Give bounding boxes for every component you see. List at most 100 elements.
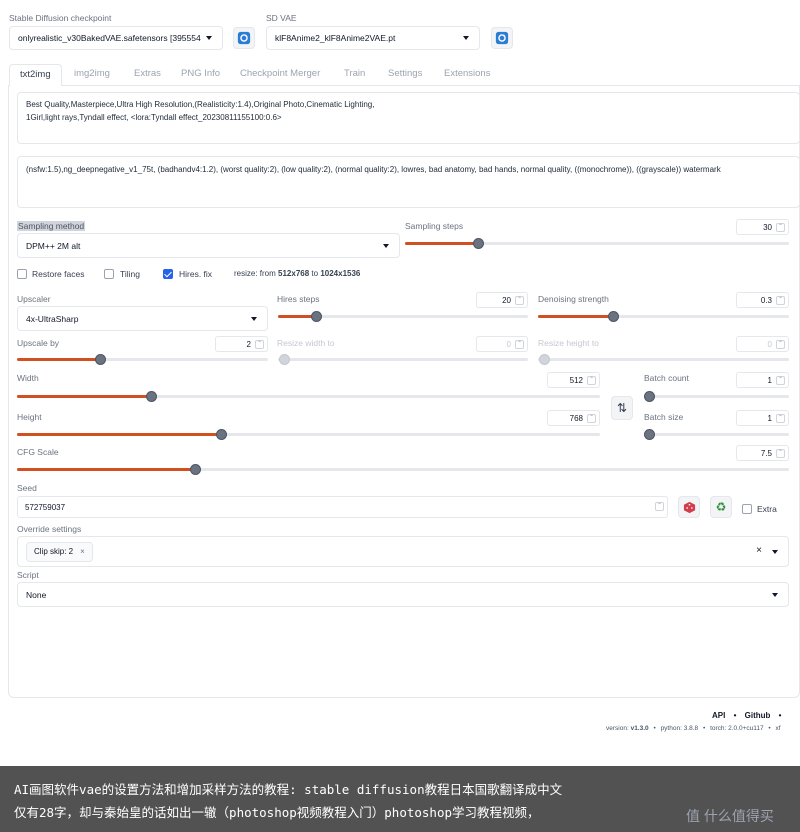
upscaler-label: Upscaler (17, 294, 51, 304)
spinner-icon[interactable]: ⌃ (776, 340, 785, 349)
spinner-icon[interactable]: ⌃ (776, 449, 785, 458)
prompt-input[interactable]: Best Quality,Masterpiece,Ultra High Reso… (17, 92, 800, 144)
torch-version: torch: 2.0.0+cu117 (710, 725, 764, 732)
swap-dimensions-button[interactable]: ⇅ (611, 396, 633, 420)
spinner-icon[interactable]: ⌃ (587, 414, 596, 423)
tab-png-info[interactable]: PNG Info (181, 64, 220, 84)
slider-thumb[interactable] (472, 238, 484, 249)
resize-height-value: 0 (767, 339, 772, 349)
footer-separator: • (653, 725, 656, 732)
caption-line-1: AI画图软件vae的设置方法和增加采样方法的教程: stable diffusi… (14, 782, 563, 797)
footer-links: API • Github • (712, 711, 781, 720)
tiling-checkbox[interactable] (104, 269, 114, 279)
slider-thumb[interactable] (216, 429, 228, 440)
hires-steps-slider[interactable] (278, 311, 528, 322)
resize-from: 512x768 (278, 269, 310, 278)
checkpoint-label: Stable Diffusion checkpoint (9, 13, 112, 23)
width-input[interactable]: 512 ⌃ (547, 372, 600, 388)
sampling-steps-input[interactable]: 30 ⌃ (736, 219, 789, 235)
checkpoint-refresh-button[interactable] (233, 27, 255, 49)
tab-train[interactable]: Train (344, 64, 365, 84)
batch-size-input[interactable]: 1 ⌃ (736, 410, 789, 426)
batch-count-label: Batch count (644, 373, 689, 383)
slider-thumb[interactable] (279, 354, 290, 365)
tab-checkpoint-merger[interactable]: Checkpoint Merger (240, 64, 320, 84)
upscaler-dropdown[interactable]: 4x-UltraSharp (17, 306, 268, 331)
hires-steps-input[interactable]: 20 ⌃ (476, 292, 528, 308)
vae-refresh-button[interactable] (491, 27, 513, 49)
tab-settings[interactable]: Settings (388, 64, 422, 84)
chevron-down-icon (772, 592, 778, 597)
github-link[interactable]: Github (745, 711, 771, 720)
spinner-icon[interactable]: ⌃ (515, 296, 524, 305)
upscale-by-input[interactable]: 2 ⌃ (215, 336, 268, 352)
checkpoint-dropdown[interactable]: onlyrealistic_v30BakedVAE.safetensors [3… (9, 26, 223, 50)
override-settings-field[interactable]: Clip skip: 2 × × (17, 536, 789, 567)
negative-prompt-input[interactable]: (nsfw:1.5),ng_deepnegative_v1_75t, (badh… (17, 156, 800, 208)
spinner-icon[interactable]: ⌃ (776, 223, 785, 232)
resize-height-slider[interactable] (538, 354, 789, 365)
cfg-scale-input[interactable]: 7.5 ⌃ (736, 445, 789, 461)
slider-thumb[interactable] (310, 311, 322, 322)
width-label: Width (17, 373, 39, 383)
site-watermark: 值 什么值得买 (686, 808, 774, 824)
python-version: python: 3.8.8 (660, 725, 699, 732)
upscale-by-slider[interactable] (17, 354, 268, 365)
script-dropdown[interactable]: None (17, 582, 789, 607)
api-link[interactable]: API (712, 711, 725, 720)
cfg-scale-slider[interactable] (17, 464, 789, 475)
spinner-icon[interactable]: ⌃ (655, 502, 664, 511)
restore-faces-checkbox[interactable] (17, 269, 27, 279)
resize-to: 1024x1536 (320, 269, 361, 278)
close-icon[interactable]: × (80, 547, 85, 556)
spinner-icon[interactable]: ⌃ (776, 376, 785, 385)
clear-icon[interactable]: × (756, 545, 762, 556)
extra-checkbox[interactable] (742, 504, 752, 514)
spinner-icon[interactable]: ⌃ (776, 296, 785, 305)
vae-dropdown[interactable]: klF8Anime2_klF8Anime2VAE.pt (266, 26, 480, 50)
sampling-method-dropdown[interactable]: DPM++ 2M alt (17, 233, 400, 258)
upscaler-value: 4x-UltraSharp (26, 313, 79, 324)
vae-label: SD VAE (266, 13, 297, 23)
resize-info: resize: from 512x768 to 1024x1536 (234, 269, 360, 278)
spinner-icon[interactable]: ⌃ (587, 376, 596, 385)
slider-fill (17, 433, 222, 436)
resize-width-slider[interactable] (278, 354, 528, 365)
resize-width-input[interactable]: 0 ⌃ (476, 336, 528, 352)
sampling-steps-slider[interactable] (405, 238, 789, 249)
resize-height-input[interactable]: 0 ⌃ (736, 336, 789, 352)
spinner-icon[interactable]: ⌃ (255, 340, 264, 349)
random-seed-button[interactable] (678, 496, 700, 518)
height-input[interactable]: 768 ⌃ (547, 410, 600, 426)
denoising-strength-label: Denoising strength (538, 294, 609, 304)
override-chip[interactable]: Clip skip: 2 × (26, 541, 93, 562)
resize-width-label: Resize width to (277, 338, 335, 348)
slider-thumb[interactable] (146, 391, 158, 402)
denoising-strength-slider[interactable] (538, 311, 789, 322)
tab-extensions[interactable]: Extensions (444, 64, 490, 84)
slider-fill (538, 315, 614, 318)
width-slider[interactable] (17, 391, 600, 402)
seed-input[interactable]: 572759037 ⌃ (17, 496, 668, 518)
slider-thumb[interactable] (94, 354, 106, 365)
slider-thumb[interactable] (644, 429, 655, 440)
hires-fix-checkbox[interactable] (163, 269, 173, 279)
cfg-scale-value: 7.5 (760, 448, 772, 458)
slider-thumb[interactable] (539, 354, 550, 365)
seed-value: 572759037 (25, 502, 66, 512)
spinner-icon[interactable]: ⌃ (515, 340, 524, 349)
tab-extras[interactable]: Extras (134, 64, 161, 84)
slider-thumb[interactable] (189, 464, 201, 475)
height-slider[interactable] (17, 429, 600, 440)
tab-img2img[interactable]: img2img (74, 64, 110, 84)
tab-txt2img[interactable]: txt2img (9, 64, 62, 86)
batch-count-slider[interactable] (644, 391, 789, 402)
denoising-strength-input[interactable]: 0.3 ⌃ (736, 292, 789, 308)
batch-size-slider[interactable] (644, 429, 789, 440)
denoising-strength-value: 0.3 (760, 295, 772, 305)
spinner-icon[interactable]: ⌃ (776, 414, 785, 423)
script-label: Script (17, 570, 39, 580)
reuse-seed-button[interactable]: ♻ (710, 496, 732, 518)
batch-count-input[interactable]: 1 ⌃ (736, 372, 789, 388)
slider-thumb[interactable] (644, 391, 655, 402)
